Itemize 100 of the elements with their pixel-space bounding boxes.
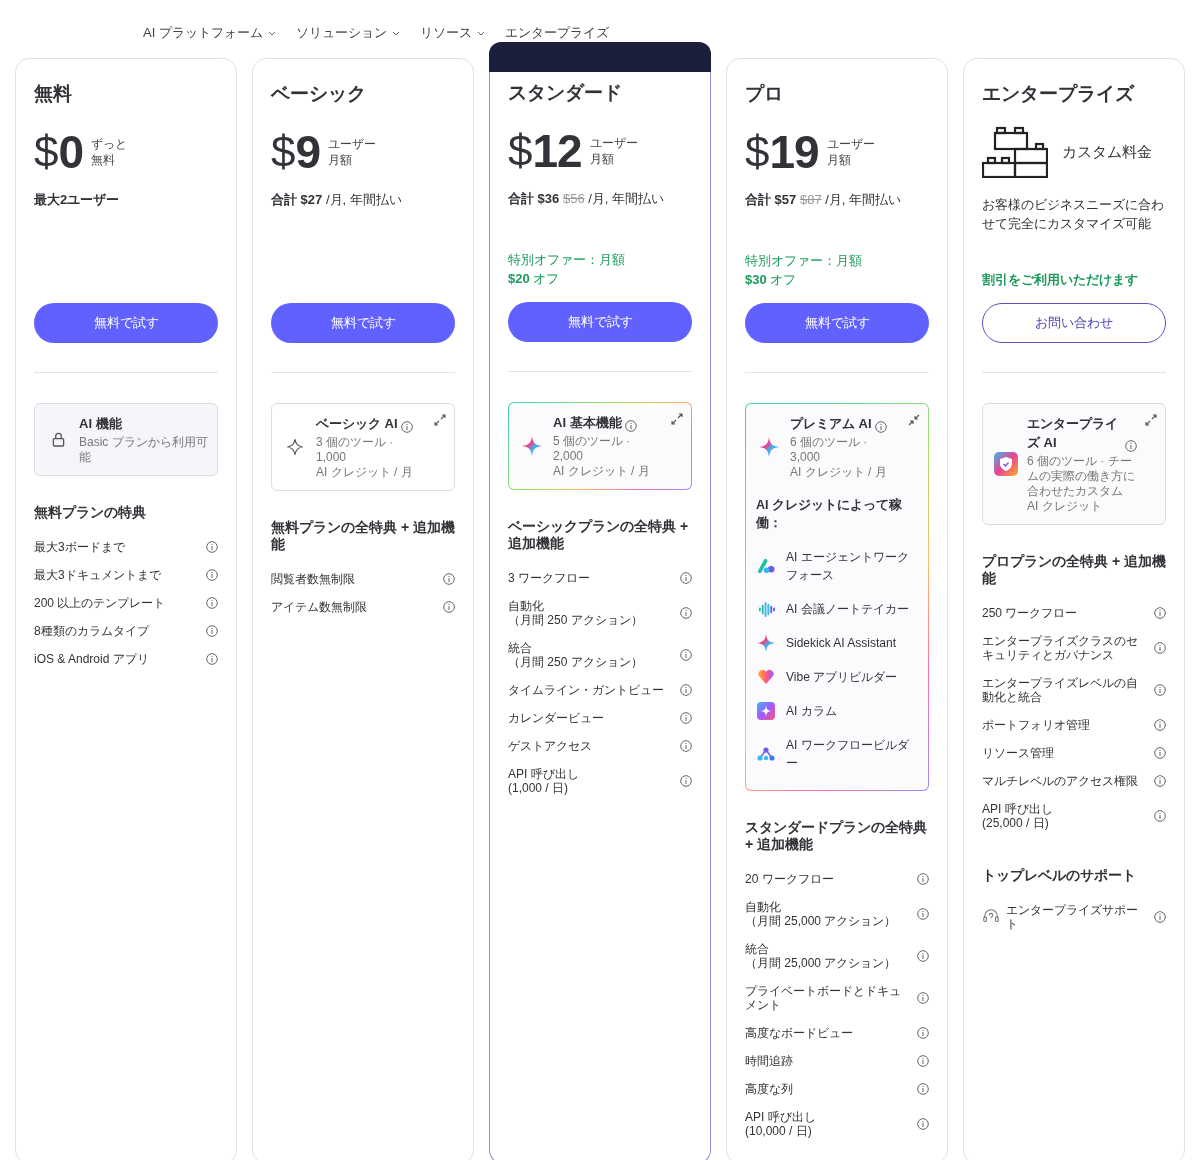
info-icon[interactable]	[206, 569, 218, 581]
info-icon[interactable]	[1154, 642, 1166, 654]
feature-text: 最大3ボードまで	[34, 540, 125, 554]
info-icon[interactable]	[917, 1083, 929, 1095]
nav-link[interactable]: AI プラットフォーム	[143, 24, 276, 42]
expand-icon[interactable]	[1145, 414, 1157, 426]
feature-text: 時間追跡	[745, 1054, 793, 1068]
feature-text: ポートフォリオ管理	[982, 718, 1090, 732]
info-icon[interactable]	[443, 601, 455, 613]
feature-text: ゲストアクセス	[508, 739, 592, 753]
chevron-icon	[476, 30, 485, 36]
info-icon[interactable]	[443, 573, 455, 585]
sparkle-icon	[757, 634, 775, 652]
info-icon[interactable]	[1154, 747, 1166, 759]
sparkle-tile-icon	[757, 702, 775, 720]
sparkle-icon	[522, 436, 542, 456]
feature-detail: (10,000 / 日)	[745, 1124, 812, 1138]
ai-title: エンタープライズ AI	[1027, 415, 1119, 452]
feature-detail: （月間 250 アクション）	[508, 655, 643, 669]
ai-description: 5 個のツール · 2,000 AI クレジット / 月	[553, 434, 651, 479]
info-icon[interactable]	[680, 607, 692, 619]
collapse-icon[interactable]	[908, 414, 920, 426]
nav-link[interactable]: リソース	[419, 24, 485, 42]
plan-name: ベーシック	[271, 82, 367, 106]
cta-button[interactable]: 無料で試す	[271, 303, 455, 343]
ai-tool-label: AI ワークフロービルダー	[786, 737, 910, 772]
ai-description: 3 個のツール · 1,000 AI クレジット / 月	[316, 435, 414, 480]
feature-text: 自動化	[745, 900, 781, 914]
info-icon[interactable]	[206, 625, 218, 637]
info-icon[interactable]	[917, 873, 929, 885]
info-icon[interactable]	[680, 740, 692, 752]
info-icon[interactable]	[1154, 810, 1166, 822]
info-icon[interactable]	[917, 1118, 929, 1130]
price-unit: ずっと 無料	[91, 136, 128, 168]
currency-sign: $	[271, 127, 296, 177]
ai-tool-label: AI エージェントワークフォース	[786, 549, 910, 584]
info-icon[interactable]	[680, 572, 692, 584]
info-icon[interactable]	[680, 775, 692, 787]
nav-link[interactable]: エンタープライズ	[504, 24, 609, 42]
cta-button[interactable]: 無料で試す	[34, 303, 218, 343]
ai-description: Basic プランから利用可能	[79, 435, 209, 465]
feature-text: 閲覧者数無制限	[271, 572, 355, 586]
expand-icon[interactable]	[434, 414, 446, 426]
feature-text: 統合	[745, 942, 769, 956]
feature-text: カレンダービュー	[508, 711, 604, 725]
info-icon[interactable]	[206, 653, 218, 665]
cta-button[interactable]: お問い合わせ	[982, 303, 1166, 343]
discount-amount: $30 オフ	[745, 271, 798, 289]
info-icon[interactable]	[680, 684, 692, 696]
shield-icon	[994, 452, 1018, 476]
plan-name: スタンダード	[508, 81, 623, 105]
currency-sign: $	[508, 126, 533, 176]
features-heading: 無料プランの全特典 + 追加機能	[271, 519, 455, 553]
info-icon[interactable]	[1154, 607, 1166, 619]
nav-link[interactable]: ソリューション	[295, 24, 400, 42]
info-icon[interactable]	[680, 712, 692, 724]
info-icon[interactable]	[917, 950, 929, 962]
info-icon[interactable]	[206, 597, 218, 609]
feature-text: アイテム数無制限	[271, 600, 367, 614]
ai-description: 6 個のツール · チームの実際の働き方に合わせたカスタム AI クレジット	[1027, 454, 1136, 514]
info-icon[interactable]	[624, 420, 637, 432]
info-icon[interactable]	[917, 1027, 929, 1039]
info-icon[interactable]	[1154, 911, 1166, 923]
info-icon[interactable]	[1154, 684, 1166, 696]
discount-amount: $20 オフ	[508, 270, 561, 288]
price-unit: ユーザー 月額	[826, 136, 875, 168]
feature-detail: （月間 250 アクション）	[508, 613, 643, 627]
special-offer: 特別オファー：月額	[508, 251, 626, 269]
features-heading: スタンダードプランの全特典 + 追加機能	[745, 819, 928, 853]
feature-text: プライベートボードとドキュメント	[745, 984, 902, 1012]
chevron-icon	[391, 30, 400, 36]
plan-name: プロ	[745, 82, 784, 106]
info-icon[interactable]	[874, 421, 887, 433]
tools-heading: AI クレジットによって稼働：	[756, 497, 903, 532]
expand-icon[interactable]	[671, 413, 683, 425]
info-icon[interactable]	[680, 649, 692, 661]
feature-text: エンタープライズレベルの自動化と統合	[982, 676, 1139, 704]
info-icon[interactable]	[917, 1055, 929, 1067]
info-icon[interactable]	[400, 421, 413, 433]
heart-icon	[757, 669, 775, 685]
ai-tool-label: Vibe アプリビルダー	[786, 669, 898, 686]
ai-description: 6 個のツール · 3,000 AI クレジット / 月	[790, 435, 888, 480]
feature-detail: (1,000 / 日)	[508, 781, 569, 795]
building-blocks-icon	[982, 126, 1048, 178]
info-icon[interactable]	[1154, 719, 1166, 731]
plan-description: お客様のビジネスニーズに合わせて完全にカスタマイズ可能	[982, 196, 1165, 233]
feature-text: タイムライン・ガントビュー	[508, 683, 664, 697]
price-unit: ユーザー 月額	[328, 136, 377, 168]
info-icon[interactable]	[206, 541, 218, 553]
info-icon[interactable]	[917, 908, 929, 920]
cta-button[interactable]: 無料で試す	[508, 302, 692, 342]
info-icon[interactable]	[1125, 440, 1137, 452]
info-icon[interactable]	[1154, 775, 1166, 787]
feature-text: 3 ワークフロー	[508, 571, 590, 585]
feature-detail: （月間 25,000 アクション）	[745, 956, 897, 970]
feature-text: 250 ワークフロー	[982, 606, 1078, 620]
ai-title: AI 基本機能	[553, 414, 622, 432]
cta-button[interactable]: 無料で試す	[745, 303, 929, 343]
info-icon[interactable]	[917, 992, 929, 1004]
feature-text: 8種類のカラムタイプ	[34, 624, 149, 638]
